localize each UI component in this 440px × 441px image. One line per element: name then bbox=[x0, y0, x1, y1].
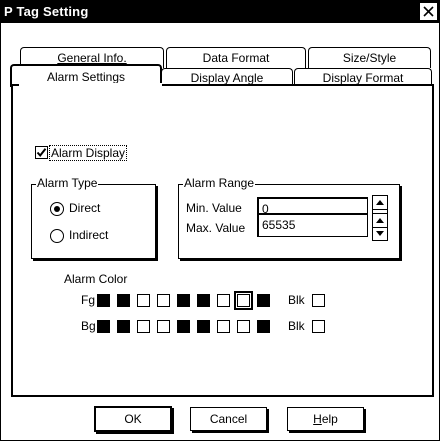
fg-color-swatch[interactable] bbox=[97, 294, 110, 307]
max-spin-up[interactable] bbox=[373, 214, 387, 228]
cancel-button[interactable]: Cancel bbox=[190, 407, 267, 431]
active-tab-join bbox=[19, 83, 162, 87]
alarm-type-group: Alarm Type bbox=[31, 176, 156, 259]
ok-button[interactable]: OK bbox=[94, 406, 172, 432]
bg-color-swatch[interactable] bbox=[197, 320, 210, 333]
bg-color-swatch[interactable] bbox=[97, 320, 110, 333]
bg-blink-checkbox[interactable] bbox=[312, 320, 325, 333]
fg-blink-checkbox[interactable] bbox=[312, 294, 325, 307]
bg-color-swatch[interactable] bbox=[157, 320, 170, 333]
fg-color-swatch[interactable] bbox=[157, 294, 170, 307]
arrow-up-icon bbox=[376, 218, 384, 223]
tab-display-angle-label: Display Angle bbox=[190, 70, 264, 85]
p-tag-setting-dialog: P Tag Setting General Info. Data Format … bbox=[0, 0, 440, 441]
max-value-label: Max. Value bbox=[186, 221, 246, 235]
cancel-label: Cancel bbox=[209, 412, 248, 426]
tab-alarm-settings-label: Alarm Settings bbox=[46, 69, 126, 84]
alarm-range-title: Alarm Range bbox=[183, 176, 256, 190]
min-spin-up[interactable] bbox=[373, 196, 387, 210]
arrow-down-icon bbox=[376, 231, 384, 236]
max-spin-down[interactable] bbox=[373, 227, 387, 240]
help-accelerator: H bbox=[313, 412, 322, 426]
help-label-rest: elp bbox=[321, 412, 338, 426]
fg-color-swatch[interactable] bbox=[257, 294, 270, 307]
close-icon bbox=[423, 6, 434, 17]
arrow-up-icon bbox=[376, 200, 384, 205]
fg-color-swatch[interactable] bbox=[217, 294, 230, 307]
alarm-color-title: Alarm Color bbox=[64, 272, 128, 286]
fg-color-swatch[interactable] bbox=[137, 294, 150, 307]
help-button[interactable]: Help bbox=[287, 407, 364, 431]
bg-color-swatch[interactable] bbox=[257, 320, 270, 333]
fg-color-swatch[interactable] bbox=[197, 294, 210, 307]
close-button[interactable] bbox=[420, 3, 437, 20]
min-value-label: Min. Value bbox=[186, 201, 242, 215]
tab-data-format-label: Data Format bbox=[202, 51, 270, 65]
tab-data-format[interactable]: Data Format bbox=[166, 47, 306, 68]
fg-color-swatch[interactable] bbox=[234, 291, 253, 310]
bg-color-swatch[interactable] bbox=[217, 320, 230, 333]
checkmark-icon bbox=[36, 148, 47, 158]
fg-blk-label: Blk bbox=[288, 293, 305, 307]
fg-color-swatch[interactable] bbox=[117, 294, 130, 307]
alarm-type-title: Alarm Type bbox=[36, 176, 99, 190]
radio-indirect[interactable] bbox=[50, 229, 64, 243]
radio-indirect-label: Indirect bbox=[69, 228, 109, 242]
bg-color-swatch[interactable] bbox=[137, 320, 150, 333]
bg-label: Bg bbox=[81, 319, 96, 333]
alarm-display-checkbox[interactable] bbox=[35, 146, 48, 159]
title-bar[interactable]: P Tag Setting bbox=[1, 1, 439, 23]
max-value-text: 65535 bbox=[262, 218, 296, 232]
bg-blk-label: Blk bbox=[288, 319, 305, 333]
ok-label: OK bbox=[124, 412, 142, 426]
tab-size-style[interactable]: Size/Style bbox=[308, 47, 431, 68]
fg-color-swatch[interactable] bbox=[177, 294, 190, 307]
fg-label: Fg bbox=[81, 293, 96, 307]
bg-color-swatch[interactable] bbox=[117, 320, 130, 333]
bg-color-swatch[interactable] bbox=[177, 320, 190, 333]
radio-direct-label: Direct bbox=[69, 201, 101, 215]
alarm-display-label[interactable]: Alarm Display bbox=[49, 145, 128, 161]
radio-selected-dot bbox=[54, 206, 60, 212]
help-label: Help bbox=[310, 411, 341, 427]
window-title: P Tag Setting bbox=[4, 4, 89, 19]
max-value-input[interactable]: 65535 bbox=[257, 213, 368, 237]
max-value-spinner[interactable] bbox=[372, 213, 388, 241]
radio-direct[interactable] bbox=[50, 202, 64, 216]
tab-general-info-label: General Info. bbox=[57, 51, 127, 65]
tab-display-format-label: Display Format bbox=[322, 70, 404, 85]
bg-color-swatch[interactable] bbox=[237, 320, 250, 333]
tab-size-style-label: Size/Style bbox=[342, 51, 397, 65]
